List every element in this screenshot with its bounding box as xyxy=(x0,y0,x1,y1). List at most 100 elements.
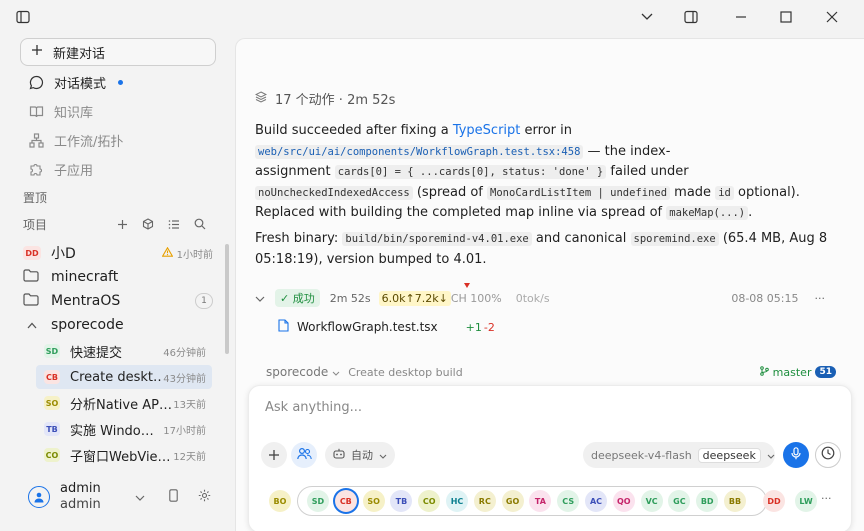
assistant-message-paragraph-1: Build succeeded after fixing a TypeScrip… xyxy=(255,123,800,220)
gear-icon[interactable] xyxy=(198,489,211,506)
thread-time: 17小时前 xyxy=(163,425,206,437)
nav-label: 子应用 xyxy=(54,163,94,179)
robot-icon xyxy=(333,448,345,462)
cube-icon[interactable] xyxy=(140,216,156,232)
thread-item[interactable]: CB Create deskt… 43分钟前 xyxy=(36,365,212,389)
user-profile[interactable]: admin admin xyxy=(28,480,218,514)
model-name: deepseek-v4-flash xyxy=(591,448,692,462)
nav-item-chat[interactable]: 对话模式 xyxy=(28,71,124,93)
folder-icon xyxy=(23,292,41,310)
thread-title: Create deskt… xyxy=(70,369,164,385)
mode-selector[interactable]: 自动 xyxy=(325,442,395,468)
actions-summary[interactable]: 17 个动作 · 2m 52s xyxy=(254,89,395,108)
list-icon[interactable] xyxy=(166,216,182,232)
message-status-row: ✓ 成功 2m 52s 6.0k↑7.2k↓ CH 100% 0tok/s 08… xyxy=(255,289,835,307)
thread-item[interactable]: CO 子窗口WebVie… 12天前 xyxy=(36,443,212,467)
thread-title: 分析Native AP… xyxy=(70,397,172,413)
sidebar-scrollbar[interactable] xyxy=(225,244,229,354)
agent-avatar[interactable]: GO xyxy=(501,490,524,512)
typescript-link[interactable]: TypeScript xyxy=(453,123,521,138)
phone-icon[interactable] xyxy=(168,488,178,506)
thread-time: 43分钟前 xyxy=(163,373,206,385)
agent-avatar[interactable]: SD xyxy=(307,490,329,512)
git-branch-icon xyxy=(759,365,769,379)
clock-icon xyxy=(821,446,835,464)
more-options-button[interactable]: ··· xyxy=(815,292,826,305)
layers-icon xyxy=(254,90,268,107)
minimize-icon[interactable] xyxy=(730,6,752,28)
nav-label: 对话模式 xyxy=(54,76,107,92)
agent-bar: BO SD CB SO TB CO HC RC GO TA CS AC QO VC GC BD BB DD LW… xyxy=(269,486,849,516)
changed-file-row[interactable]: WorkflowGraph.test.tsx +1 -2 xyxy=(278,319,495,335)
branch-name[interactable]: master xyxy=(773,366,812,379)
agent-avatar[interactable]: HC xyxy=(446,490,468,512)
user-role: admin xyxy=(60,497,101,512)
attach-button[interactable] xyxy=(261,442,287,468)
project-item-xiaod[interactable]: DD 小D 1小时前 xyxy=(23,242,213,264)
thread-time: 46分钟前 xyxy=(163,347,206,359)
project-item-sporecode[interactable]: sporecode xyxy=(23,314,213,336)
nav-item-workflow[interactable]: 工作流/拓扑 xyxy=(28,129,123,151)
add-project-icon[interactable] xyxy=(114,216,130,232)
thread-item[interactable]: SO 分析Native AP… 13天前 xyxy=(36,391,212,415)
conversation-panel: 17 个动作 · 2m 52s Build succeeded after fi… xyxy=(235,38,864,531)
history-button[interactable] xyxy=(815,442,841,468)
project-item-mentraos[interactable]: MentraOS 1 xyxy=(23,290,213,312)
agent-avatar[interactable]: RC xyxy=(473,490,496,512)
nav-label: 工作流/拓扑 xyxy=(54,134,124,150)
agent-avatar[interactable]: BB xyxy=(724,490,746,512)
chevron-down-icon[interactable] xyxy=(135,490,145,505)
sidebar-toggle-icon[interactable] xyxy=(12,6,34,28)
participants-button[interactable] xyxy=(291,442,317,468)
assistant-message-paragraph-2: Fresh binary: build/bin/sporemind-v4.01.… xyxy=(255,231,828,267)
project-selector[interactable]: sporecode xyxy=(266,365,328,379)
thread-badge: TB xyxy=(44,422,60,436)
agent-avatar[interactable]: BO xyxy=(269,490,291,512)
projects-section-label: 项目 xyxy=(23,218,48,232)
chevron-down-icon[interactable] xyxy=(636,6,658,28)
workflow-icon xyxy=(28,132,44,148)
new-chat-button[interactable]: 新建对话 xyxy=(20,38,216,66)
agent-avatar[interactable]: DD xyxy=(763,490,785,512)
agent-avatar[interactable]: CB xyxy=(334,490,357,512)
project-count-badge: 1 xyxy=(195,293,213,309)
nav-item-subapps[interactable]: 子应用 xyxy=(28,158,93,180)
sidebar: 新建对话 对话模式 知识库 工作流/拓扑 子应用 置顶 项目 DD 小D 1小时… xyxy=(0,34,234,531)
maximize-icon[interactable] xyxy=(775,6,797,28)
search-icon[interactable] xyxy=(192,216,208,232)
chevron-down-icon xyxy=(767,449,775,462)
thread-time: 13天前 xyxy=(173,399,206,411)
more-agents-button[interactable]: ··· xyxy=(821,492,832,505)
agent-avatar[interactable]: AC xyxy=(585,490,607,512)
close-icon[interactable] xyxy=(821,6,843,28)
agent-avatar[interactable]: LW xyxy=(795,490,817,512)
warning-icon xyxy=(161,245,173,261)
mode-label: 自动 xyxy=(351,449,373,462)
nav-item-knowledge[interactable]: 知识库 xyxy=(28,100,93,122)
folder-icon xyxy=(23,268,41,286)
message-input[interactable]: Ask anything... xyxy=(265,400,362,415)
project-label: 小D xyxy=(51,246,76,262)
chevron-down-icon xyxy=(379,449,387,462)
plus-icon xyxy=(31,44,43,60)
token-rate: 0tok/s xyxy=(515,291,550,305)
project-label: MentraOS xyxy=(51,293,121,309)
chevron-down-icon xyxy=(332,365,340,379)
chevron-down-icon[interactable] xyxy=(255,292,265,305)
model-selector[interactable]: deepseek-v4-flash deepseek xyxy=(583,442,775,468)
project-item-minecraft[interactable]: minecraft xyxy=(23,266,213,288)
pinned-section-label: 置顶 xyxy=(23,191,48,205)
project-label: sporecode xyxy=(51,317,124,333)
success-badge: ✓ 成功 xyxy=(275,289,320,307)
thread-item[interactable]: SD 快速提交 46分钟前 xyxy=(36,339,212,363)
voice-input-button[interactable] xyxy=(783,442,809,468)
agent-avatar[interactable]: QO xyxy=(612,490,635,512)
active-dot xyxy=(118,79,124,85)
token-count: 6.0k↑7.2k↓ xyxy=(378,290,451,306)
split-view-icon[interactable] xyxy=(680,6,702,28)
thread-item[interactable]: TB 实施 Windo… 17小时前 xyxy=(36,417,212,441)
agent-avatar[interactable]: VC xyxy=(640,490,663,512)
agent-avatar[interactable]: SO xyxy=(362,490,385,512)
context-row: sporecode Create desktop build master 51 xyxy=(266,364,836,380)
thread-badge: SO xyxy=(44,396,60,410)
